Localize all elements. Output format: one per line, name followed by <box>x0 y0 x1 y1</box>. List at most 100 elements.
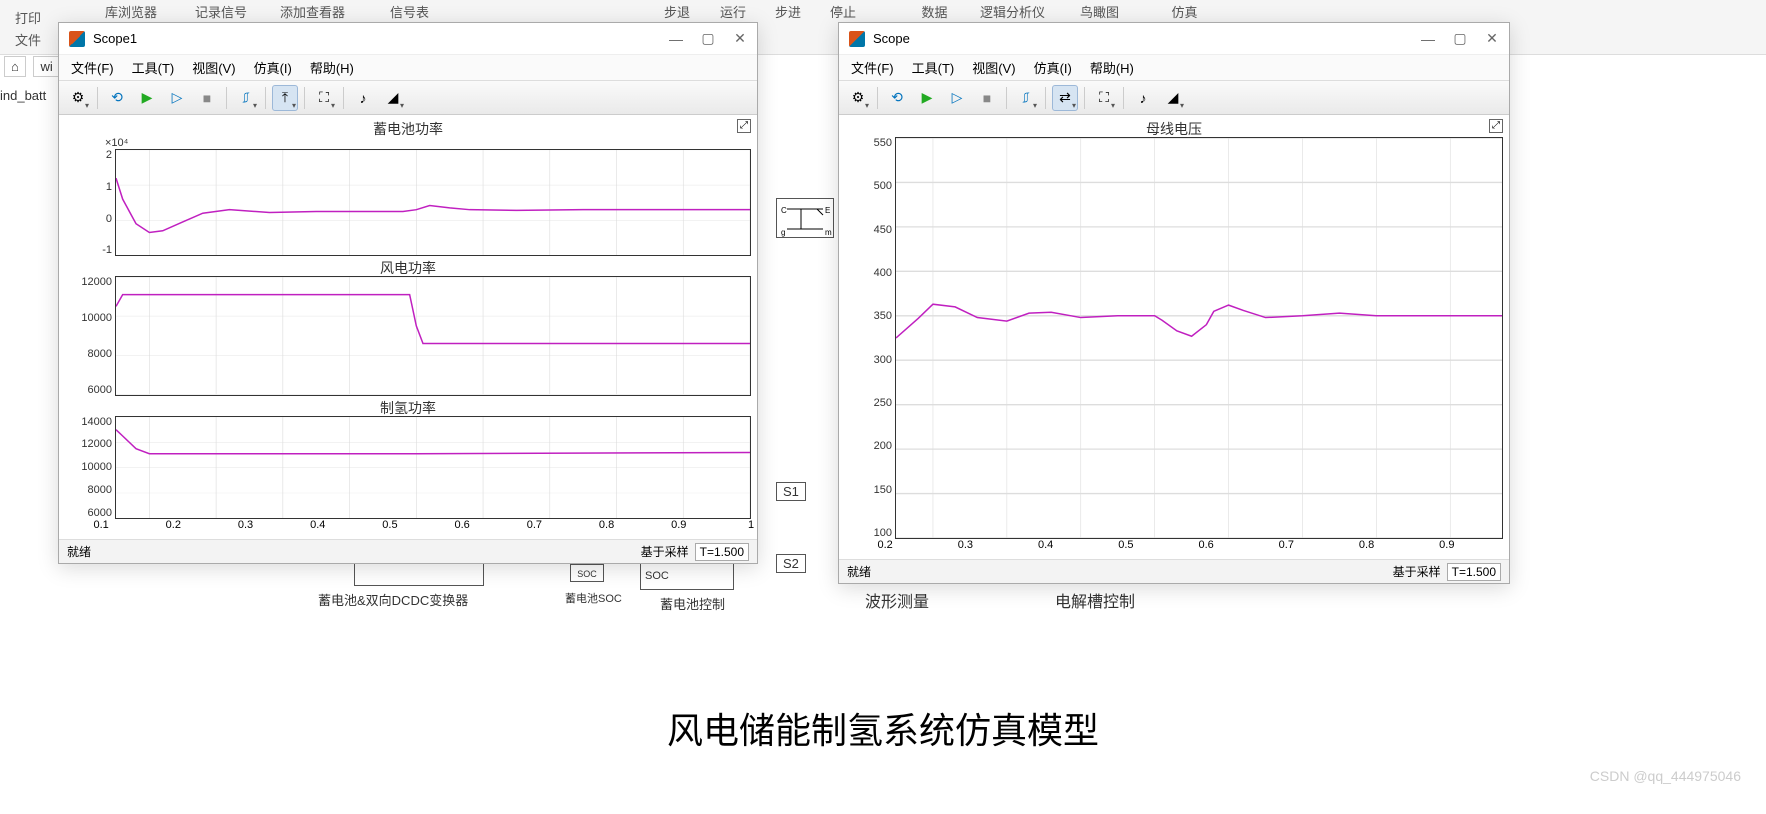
step-back: 步退 <box>664 2 690 21</box>
s1-tag: S1 <box>776 484 806 499</box>
subplot-title: 风电功率 <box>65 258 751 276</box>
stop: 停止 <box>830 2 856 21</box>
status-ready: 就绪 <box>67 543 91 560</box>
subplot: 母线电压5505004504003503002502001501000.20.3… <box>845 119 1503 555</box>
matlab-icon <box>849 31 865 47</box>
svg-text:m: m <box>825 228 832 237</box>
maximize-button[interactable]: ▢ <box>701 32 715 46</box>
status-time: T=1.500 <box>695 543 749 561</box>
config-button[interactable]: ⚙ <box>65 85 91 111</box>
menu-view[interactable]: 视图(V) <box>972 58 1015 77</box>
scope1-titlebar[interactable]: Scope1 — ▢ ✕ <box>59 23 757 55</box>
subplot-title: 母线电压 <box>845 119 1503 137</box>
restart-button[interactable]: ⟲ <box>104 85 130 111</box>
status-ready: 就绪 <box>847 563 871 580</box>
restart-button[interactable]: ⟲ <box>884 85 910 111</box>
x-axis: 0.10.20.30.40.50.60.70.80.91 <box>65 519 751 535</box>
signal-table: 信号表 <box>390 2 429 21</box>
y-axis: 550500450400350300250200150100 <box>845 137 895 539</box>
minimize-button[interactable]: — <box>1421 32 1435 46</box>
step-button[interactable]: ▷ <box>944 85 970 111</box>
model-title: 风电储能制氢系统仿真模型 <box>667 702 1099 754</box>
scope2-statusbar: 就绪 基于采样 T=1.500 <box>839 559 1509 583</box>
triggers-button[interactable]: ⎎ <box>1013 85 1039 111</box>
csdn-watermark: CSDN @qq_444975046 <box>1590 768 1741 784</box>
log-signal: 记录信号 <box>195 2 247 21</box>
add-viewer: 添加查看器 <box>280 2 345 21</box>
menu-file[interactable]: 文件(F) <box>71 58 114 77</box>
plot-canvas[interactable] <box>115 276 751 395</box>
plot-canvas[interactable] <box>115 149 751 256</box>
close-button[interactable]: ✕ <box>1485 32 1499 46</box>
menu-view[interactable]: 视图(V) <box>192 58 235 77</box>
menu-help[interactable]: 帮助(H) <box>1090 58 1134 77</box>
expand-plot-icon[interactable]: ⤢ <box>1489 119 1503 133</box>
status-sample: 基于采样 <box>641 543 689 560</box>
scope2-plot-area: ⤢ 母线电压5505004504003503002502001501000.20… <box>839 115 1509 559</box>
scope2-window: Scope — ▢ ✕ 文件(F) 工具(T) 视图(V) 仿真(I) 帮助(H… <box>838 22 1510 584</box>
scope1-toolbar: ⚙ ⟲ ▶ ▷ ■ ⎎ ⤒ ⛶ ♪ ◢ <box>59 81 757 115</box>
triggers-button[interactable]: ⎎ <box>233 85 259 111</box>
birdseye: 鸟瞰图 <box>1080 2 1119 21</box>
status-time: T=1.500 <box>1447 563 1501 581</box>
scope1-window: Scope1 — ▢ ✕ 文件(F) 工具(T) 视图(V) 仿真(I) 帮助(… <box>58 22 758 564</box>
cursor-button[interactable]: ⇄ <box>1052 85 1078 111</box>
model-browser-path: ⌂ wi <box>0 55 64 85</box>
step-button[interactable]: ▷ <box>164 85 190 111</box>
maximize-button[interactable]: ▢ <box>1453 32 1467 46</box>
stop-button[interactable]: ■ <box>194 85 220 111</box>
close-button[interactable]: ✕ <box>733 32 747 46</box>
step-fwd: 步进 <box>775 2 801 21</box>
run-button[interactable]: ▶ <box>914 85 940 111</box>
print-label: 打印 <box>15 8 41 27</box>
menu-tools[interactable]: 工具(T) <box>132 58 175 77</box>
y-axis: 210-1 <box>65 149 115 256</box>
batt-ctrl-label: 蓄电池控制 <box>660 594 725 613</box>
status-sample: 基于采样 <box>1393 563 1441 580</box>
measurements-button[interactable]: ♪ <box>350 85 376 111</box>
igbt-block: CEgm <box>776 198 834 238</box>
subplot: 蓄电池功率×10⁴210-1 <box>65 119 751 256</box>
minimize-button[interactable]: — <box>669 32 683 46</box>
menu-simulation[interactable]: 仿真(I) <box>254 58 292 77</box>
autoscale-button[interactable]: ⛶ <box>311 85 337 111</box>
y-axis: 120001000080006000 <box>65 276 115 395</box>
menu-simulation[interactable]: 仿真(I) <box>1034 58 1072 77</box>
subplot: 风电功率120001000080006000 <box>65 258 751 395</box>
svg-text:C: C <box>781 206 787 215</box>
subplot: 制氢功率140001200010000800060000.10.20.30.40… <box>65 398 751 535</box>
scope2-menubar: 文件(F) 工具(T) 视图(V) 仿真(I) 帮助(H) <box>839 55 1509 81</box>
model-tab: ind_batt <box>0 88 46 103</box>
stop-button[interactable]: ■ <box>974 85 1000 111</box>
matlab-icon <box>69 31 85 47</box>
x-axis: 0.20.30.40.50.60.70.80.9 <box>845 539 1503 555</box>
plot-canvas[interactable] <box>895 137 1503 539</box>
highlight-button[interactable]: ◢ <box>1160 85 1186 111</box>
svg-text:g: g <box>781 228 785 237</box>
highlight-button[interactable]: ◢ <box>380 85 406 111</box>
scope1-menubar: 文件(F) 工具(T) 视图(V) 仿真(I) 帮助(H) <box>59 55 757 81</box>
y-axis: 14000120001000080006000 <box>65 416 115 519</box>
electrolyzer-label: 电解槽控制 <box>1055 588 1135 612</box>
menu-tools[interactable]: 工具(T) <box>912 58 955 77</box>
soc-label: 蓄电池SOC <box>565 590 622 606</box>
soc-badge: SOC <box>570 564 604 582</box>
scope1-statusbar: 就绪 基于采样 T=1.500 <box>59 539 757 563</box>
y-exponent: ×10⁴ <box>65 137 751 149</box>
battery-label: 蓄电池&双向DCDC变换器 <box>318 590 468 609</box>
scope2-toolbar: ⚙ ⟲ ▶ ▷ ■ ⎎ ⇄ ⛶ ♪ ◢ <box>839 81 1509 115</box>
subplot-title: 制氢功率 <box>65 398 751 416</box>
autoscale-button[interactable]: ⛶ <box>1091 85 1117 111</box>
run-button[interactable]: ▶ <box>134 85 160 111</box>
expand-plot-icon[interactable]: ⤢ <box>737 119 751 133</box>
plot-canvas[interactable] <box>115 416 751 519</box>
battery-block <box>354 562 484 586</box>
menu-help[interactable]: 帮助(H) <box>310 58 354 77</box>
menu-file[interactable]: 文件(F) <box>851 58 894 77</box>
s2-tag: S2 <box>776 556 806 571</box>
config-button[interactable]: ⚙ <box>845 85 871 111</box>
scope2-titlebar[interactable]: Scope — ▢ ✕ <box>839 23 1509 55</box>
cursor-button[interactable]: ⤒ <box>272 85 298 111</box>
scope1-plot-area: ⤢ 蓄电池功率×10⁴210-1风电功率120001000080006000制氢… <box>59 115 757 539</box>
measurements-button[interactable]: ♪ <box>1130 85 1156 111</box>
